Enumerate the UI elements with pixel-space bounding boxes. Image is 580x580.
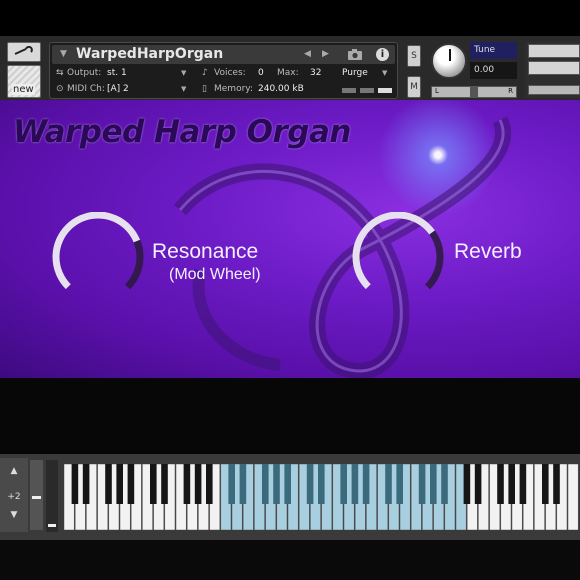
volume-meter (525, 42, 580, 98)
tune-knob[interactable] (431, 43, 467, 79)
black-key[interactable] (262, 464, 269, 504)
piano-keyboard[interactable] (64, 464, 580, 530)
black-key[interactable] (385, 464, 392, 504)
black-key[interactable] (553, 464, 560, 504)
reverb-dial[interactable] (348, 212, 448, 312)
wrench-icon (14, 46, 33, 55)
black-key[interactable] (273, 464, 280, 504)
midi-dropdown-icon[interactable]: ▼ (181, 85, 186, 93)
empty-area (0, 378, 580, 454)
memory-icon: ▯ (202, 84, 207, 94)
octave-up-icon[interactable]: ▲ (0, 466, 28, 476)
midi-channel-value[interactable]: [A] 2 (107, 84, 129, 94)
black-key[interactable] (82, 464, 90, 504)
pan-slider[interactable]: L R (431, 86, 517, 98)
black-key[interactable] (497, 464, 504, 504)
output-dropdown-icon[interactable]: ▼ (181, 69, 186, 77)
mod-wheel-marker (48, 524, 56, 527)
pan-left-label: L (435, 87, 439, 95)
output-icon: ⇆ (56, 68, 64, 78)
black-key[interactable] (418, 464, 426, 504)
black-key[interactable] (161, 464, 168, 504)
solo-button[interactable]: S (407, 45, 421, 67)
pitch-bend-marker (32, 496, 41, 499)
midi-channel-label: MIDI Ch: (67, 84, 105, 94)
mute-button[interactable]: M (407, 76, 421, 98)
black-key[interactable] (127, 464, 135, 504)
black-key[interactable] (116, 464, 123, 504)
instrument-info-panel: ▼ WarpedHarpOrgan ◀ ▶ i ⇆ Output: st. 1 … (49, 42, 398, 99)
black-key[interactable] (340, 464, 347, 504)
pan-handle[interactable] (470, 86, 478, 97)
purge-button[interactable]: Purge (342, 68, 368, 78)
output-label: Output: (67, 68, 102, 78)
voices-label: Voices: (214, 68, 246, 78)
instrument-title: Warped Harp Organ (13, 114, 351, 150)
purge-dropdown-icon[interactable]: ▼ (382, 69, 387, 77)
black-key[interactable] (430, 464, 437, 504)
keyboard-panel: ▲ +2 ▼ (0, 454, 580, 540)
meter-bar-left (528, 44, 580, 58)
resonance-sublabel: (Mod Wheel) (169, 266, 261, 283)
new-label: new (12, 84, 35, 95)
black-key[interactable] (206, 464, 213, 504)
instrument-panel: Warped Harp Organ Resonance (Mod Wheel) … (0, 100, 580, 378)
camera-icon[interactable] (344, 47, 366, 62)
black-key[interactable] (463, 464, 471, 504)
wrench-button[interactable] (7, 42, 41, 62)
black-key[interactable] (362, 464, 370, 504)
black-key[interactable] (150, 464, 157, 504)
level-led (378, 88, 392, 93)
next-instrument-icon[interactable]: ▶ (322, 49, 329, 59)
black-key[interactable] (351, 464, 359, 504)
octave-down-icon[interactable]: ▼ (0, 510, 28, 520)
max-voices-label: Max: (277, 68, 299, 78)
white-key[interactable] (567, 464, 579, 530)
black-key[interactable] (318, 464, 325, 504)
black-key[interactable] (396, 464, 403, 504)
knob-pointer (449, 49, 451, 61)
memory-label: Memory: (214, 84, 253, 94)
black-key[interactable] (239, 464, 247, 504)
black-key[interactable] (474, 464, 482, 504)
black-key[interactable] (441, 464, 448, 504)
instrument-name[interactable]: WarpedHarpOrgan (76, 46, 223, 62)
meter-bar-right (528, 61, 580, 75)
black-key[interactable] (71, 464, 79, 504)
pan-right-label: R (508, 87, 513, 95)
previous-instrument-icon[interactable]: ◀ (304, 49, 311, 59)
black-key[interactable] (228, 464, 235, 504)
voices-value: 0 (258, 68, 264, 78)
black-key[interactable] (519, 464, 527, 504)
level-led (360, 88, 374, 93)
dropdown-arrow-icon[interactable]: ▼ (60, 49, 67, 59)
black-key[interactable] (194, 464, 202, 504)
black-key[interactable] (508, 464, 515, 504)
resonance-dial[interactable] (48, 212, 148, 312)
black-key[interactable] (105, 464, 112, 504)
new-snapshot-button[interactable]: new (7, 65, 41, 98)
status-bar (0, 540, 580, 580)
tune-value[interactable]: 0.00 (470, 62, 517, 79)
black-key[interactable] (183, 464, 191, 504)
pitch-bend-wheel[interactable] (30, 460, 43, 530)
black-key[interactable] (306, 464, 314, 504)
reverb-label: Reverb (454, 240, 522, 263)
octave-control: ▲ +2 ▼ (0, 458, 28, 532)
resonance-label: Resonance (152, 240, 259, 263)
tune-label: Tune (470, 42, 517, 59)
mod-wheel[interactable] (46, 460, 58, 532)
black-key[interactable] (284, 464, 291, 504)
voices-icon: ♪ (202, 68, 208, 78)
output-value[interactable]: st. 1 (107, 68, 127, 78)
max-voices-value[interactable]: 32 (310, 68, 321, 78)
instrument-name-row: ▼ WarpedHarpOrgan ◀ ▶ i (52, 45, 395, 64)
info-icon[interactable]: i (376, 48, 389, 61)
memory-value: 240.00 kB (258, 84, 304, 94)
midi-icon: ⊙ (56, 84, 64, 94)
octave-label: +2 (7, 492, 21, 502)
black-key[interactable] (542, 464, 549, 504)
volume-slider[interactable] (528, 85, 580, 95)
level-led (342, 88, 356, 93)
